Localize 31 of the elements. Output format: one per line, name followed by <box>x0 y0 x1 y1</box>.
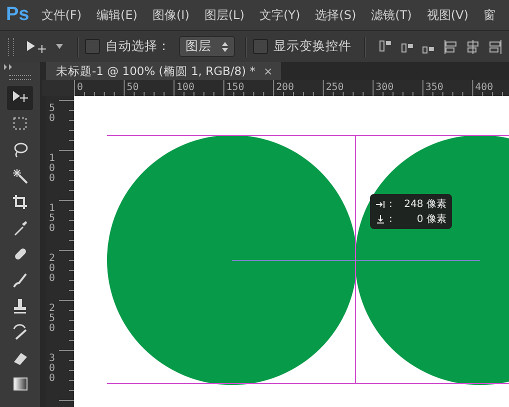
measure-value: 0 像素 <box>416 212 446 226</box>
menu-item[interactable]: 选择(S) <box>315 6 356 24</box>
height-icon <box>376 214 385 224</box>
menu-item[interactable]: 窗 <box>483 6 496 24</box>
move-tool-icon[interactable] <box>7 86 33 110</box>
measure-value: 248 像素 <box>403 198 446 211</box>
separator-text: : <box>389 214 392 224</box>
show-transform-label: 显示变换控件 <box>274 38 352 55</box>
document-tab[interactable]: 未标题-1 @ 100% (椭圆 1, RGB/8) * × <box>46 62 281 80</box>
width-icon <box>376 200 385 208</box>
auto-select-label: 自动选择： <box>106 38 171 55</box>
separator-text: : <box>389 198 392 210</box>
menu-item[interactable]: 图像(I) <box>152 6 190 24</box>
app-logo: Ps <box>6 4 30 26</box>
menu-item[interactable]: 滤镜(T) <box>371 6 412 24</box>
align-icon[interactable] <box>487 40 504 54</box>
stepper-arrows-icon <box>222 42 228 52</box>
align-icon[interactable] <box>378 40 394 54</box>
collapse-icon[interactable] <box>4 64 14 70</box>
show-transform-checkbox[interactable] <box>252 39 268 54</box>
caret-icon[interactable] <box>56 44 63 49</box>
close-icon[interactable]: × <box>263 64 273 78</box>
layer-dropdown[interactable]: 图层 <box>178 36 235 57</box>
auto-select-checkbox[interactable] <box>84 39 100 54</box>
menu-item[interactable]: 编辑(E) <box>96 6 138 24</box>
align-icon[interactable] <box>443 40 460 54</box>
align-icon[interactable] <box>465 40 482 54</box>
menu-item[interactable]: 视图(V) <box>426 6 468 24</box>
menu-item[interactable]: 文字(Y) <box>259 6 300 24</box>
menu-item[interactable]: 文件(F) <box>41 6 82 24</box>
menu-item[interactable]: 图层(L) <box>204 6 244 24</box>
